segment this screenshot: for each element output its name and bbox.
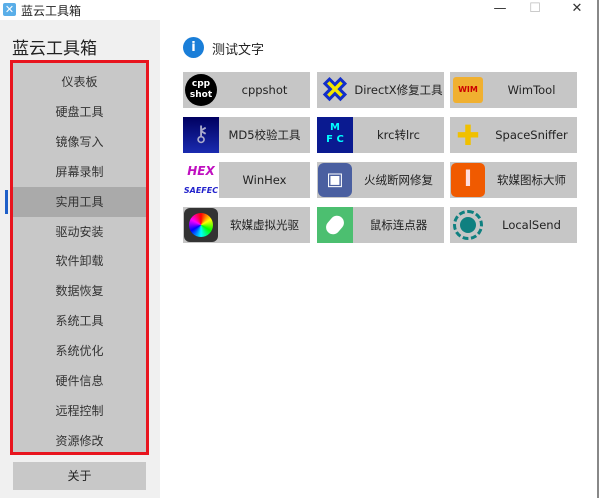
- section-header: 测试文字: [212, 43, 265, 58]
- sidebar-item[interactable]: 驱动安装: [13, 217, 146, 247]
- tool-label: WimTool: [507, 83, 556, 97]
- tool-wim-icon: WIM: [450, 72, 486, 108]
- tool-x-icon: ▣: [317, 162, 353, 198]
- tool-x-icon: ✖: [321, 71, 349, 109]
- tool-tile[interactable]: ✚ SpaceSniffer: [450, 117, 577, 153]
- tool-tile[interactable]: cpp shot cppshot: [183, 72, 310, 108]
- sidebar-item[interactable]: 远程控制: [13, 396, 146, 426]
- tool-label: DirectX修复工具: [354, 83, 443, 97]
- tool-hex-icon: HEX SAEFEC: [183, 162, 219, 198]
- tool-mouse-icon: [317, 207, 353, 243]
- app-icon: ✕: [3, 3, 16, 16]
- tool-tile[interactable]: ▣ 火绒断网修复: [317, 162, 444, 198]
- tool-tile[interactable]: HEX SAEFEC WinHex: [183, 162, 310, 198]
- sidebar-item[interactable]: 硬件信息: [13, 366, 146, 396]
- nav-list: 仪表板 硬盘工具 镜像写入 屏幕录制 实用工具 驱动安装 软件卸载 数据恢复 系统工具 系统优化硬…: [10, 60, 149, 455]
- sidebar-item[interactable]: 硬盘工具: [13, 97, 146, 127]
- selected-indicator: [5, 190, 8, 214]
- sidebar-title: 蓝云工具箱: [12, 39, 97, 59]
- sidebar-item[interactable]: 实用工具: [13, 186, 146, 217]
- tool-label: SpaceSniffer: [495, 128, 568, 142]
- tool-tile[interactable]: MF C krc转lrc: [317, 117, 444, 153]
- tool-x-icon: [450, 207, 486, 243]
- tool-label: WinHex: [242, 173, 287, 187]
- tool-cpp-icon: cpp shot: [183, 72, 219, 108]
- sidebar: 蓝云工具箱 仪表板 硬盘工具 镜像写入 屏幕录制 实用工具 驱动安装 软件卸载 数据恢复 系统工…: [0, 20, 160, 498]
- tool-tile[interactable]: 鼠标连点器: [317, 207, 444, 243]
- about-button[interactable]: 关于: [13, 462, 146, 490]
- tool-disc-icon: [183, 207, 219, 243]
- sidebar-item[interactable]: 软件卸载: [13, 246, 146, 276]
- tool-tile[interactable]: 软媒虚拟光驱: [183, 207, 310, 243]
- tool-key-icon: ⚷: [183, 117, 219, 153]
- sidebar-item[interactable]: 系统工具: [13, 306, 146, 336]
- tool-tile[interactable]: LocalSend: [450, 207, 577, 243]
- window-border: [597, 0, 599, 498]
- minimize-button[interactable]: —: [485, 0, 515, 20]
- tool-label: LocalSend: [502, 218, 561, 232]
- tool-tile[interactable]: ✖ DirectX修复工具: [317, 71, 444, 109]
- tool-tile[interactable]: ⚷ MD5校验工具: [183, 117, 310, 153]
- tool-label: 火绒断网修复: [364, 173, 433, 187]
- title-bar: ✕ 蓝云工具箱 — ☐ ✕: [0, 0, 600, 20]
- tool-label: 鼠标连点器: [369, 218, 428, 232]
- sidebar-item[interactable]: 数据恢复: [13, 276, 146, 306]
- tool-tile[interactable]: WIM WimTool: [450, 72, 577, 108]
- tool-label: MD5校验工具: [228, 128, 301, 142]
- sidebar-item[interactable]: 资源修改: [13, 426, 146, 456]
- tool-label: cppshot: [241, 83, 288, 97]
- tool-puzzle-icon: ✚: [456, 118, 480, 152]
- tool-label: 软媒虚拟光驱: [230, 218, 299, 232]
- tool-i-icon: I: [450, 162, 486, 198]
- sidebar-item[interactable]: 镜像写入: [13, 127, 146, 157]
- maximize-button[interactable]: ☐: [520, 0, 550, 20]
- close-button[interactable]: ✕: [562, 0, 592, 20]
- tool-label: krc转lrc: [377, 128, 420, 142]
- tool-tile[interactable]: I 软媒图标大师: [450, 162, 577, 198]
- window-title: 蓝云工具箱: [21, 4, 82, 18]
- sidebar-item[interactable]: 系统优化: [13, 336, 146, 366]
- tool-label: 软媒图标大师: [497, 173, 566, 187]
- sidebar-item[interactable]: 仪表板: [13, 67, 146, 97]
- info-icon: i: [183, 37, 204, 58]
- tool-mfc-icon: MF C: [317, 117, 353, 153]
- sidebar-item[interactable]: 屏幕录制: [13, 157, 146, 187]
